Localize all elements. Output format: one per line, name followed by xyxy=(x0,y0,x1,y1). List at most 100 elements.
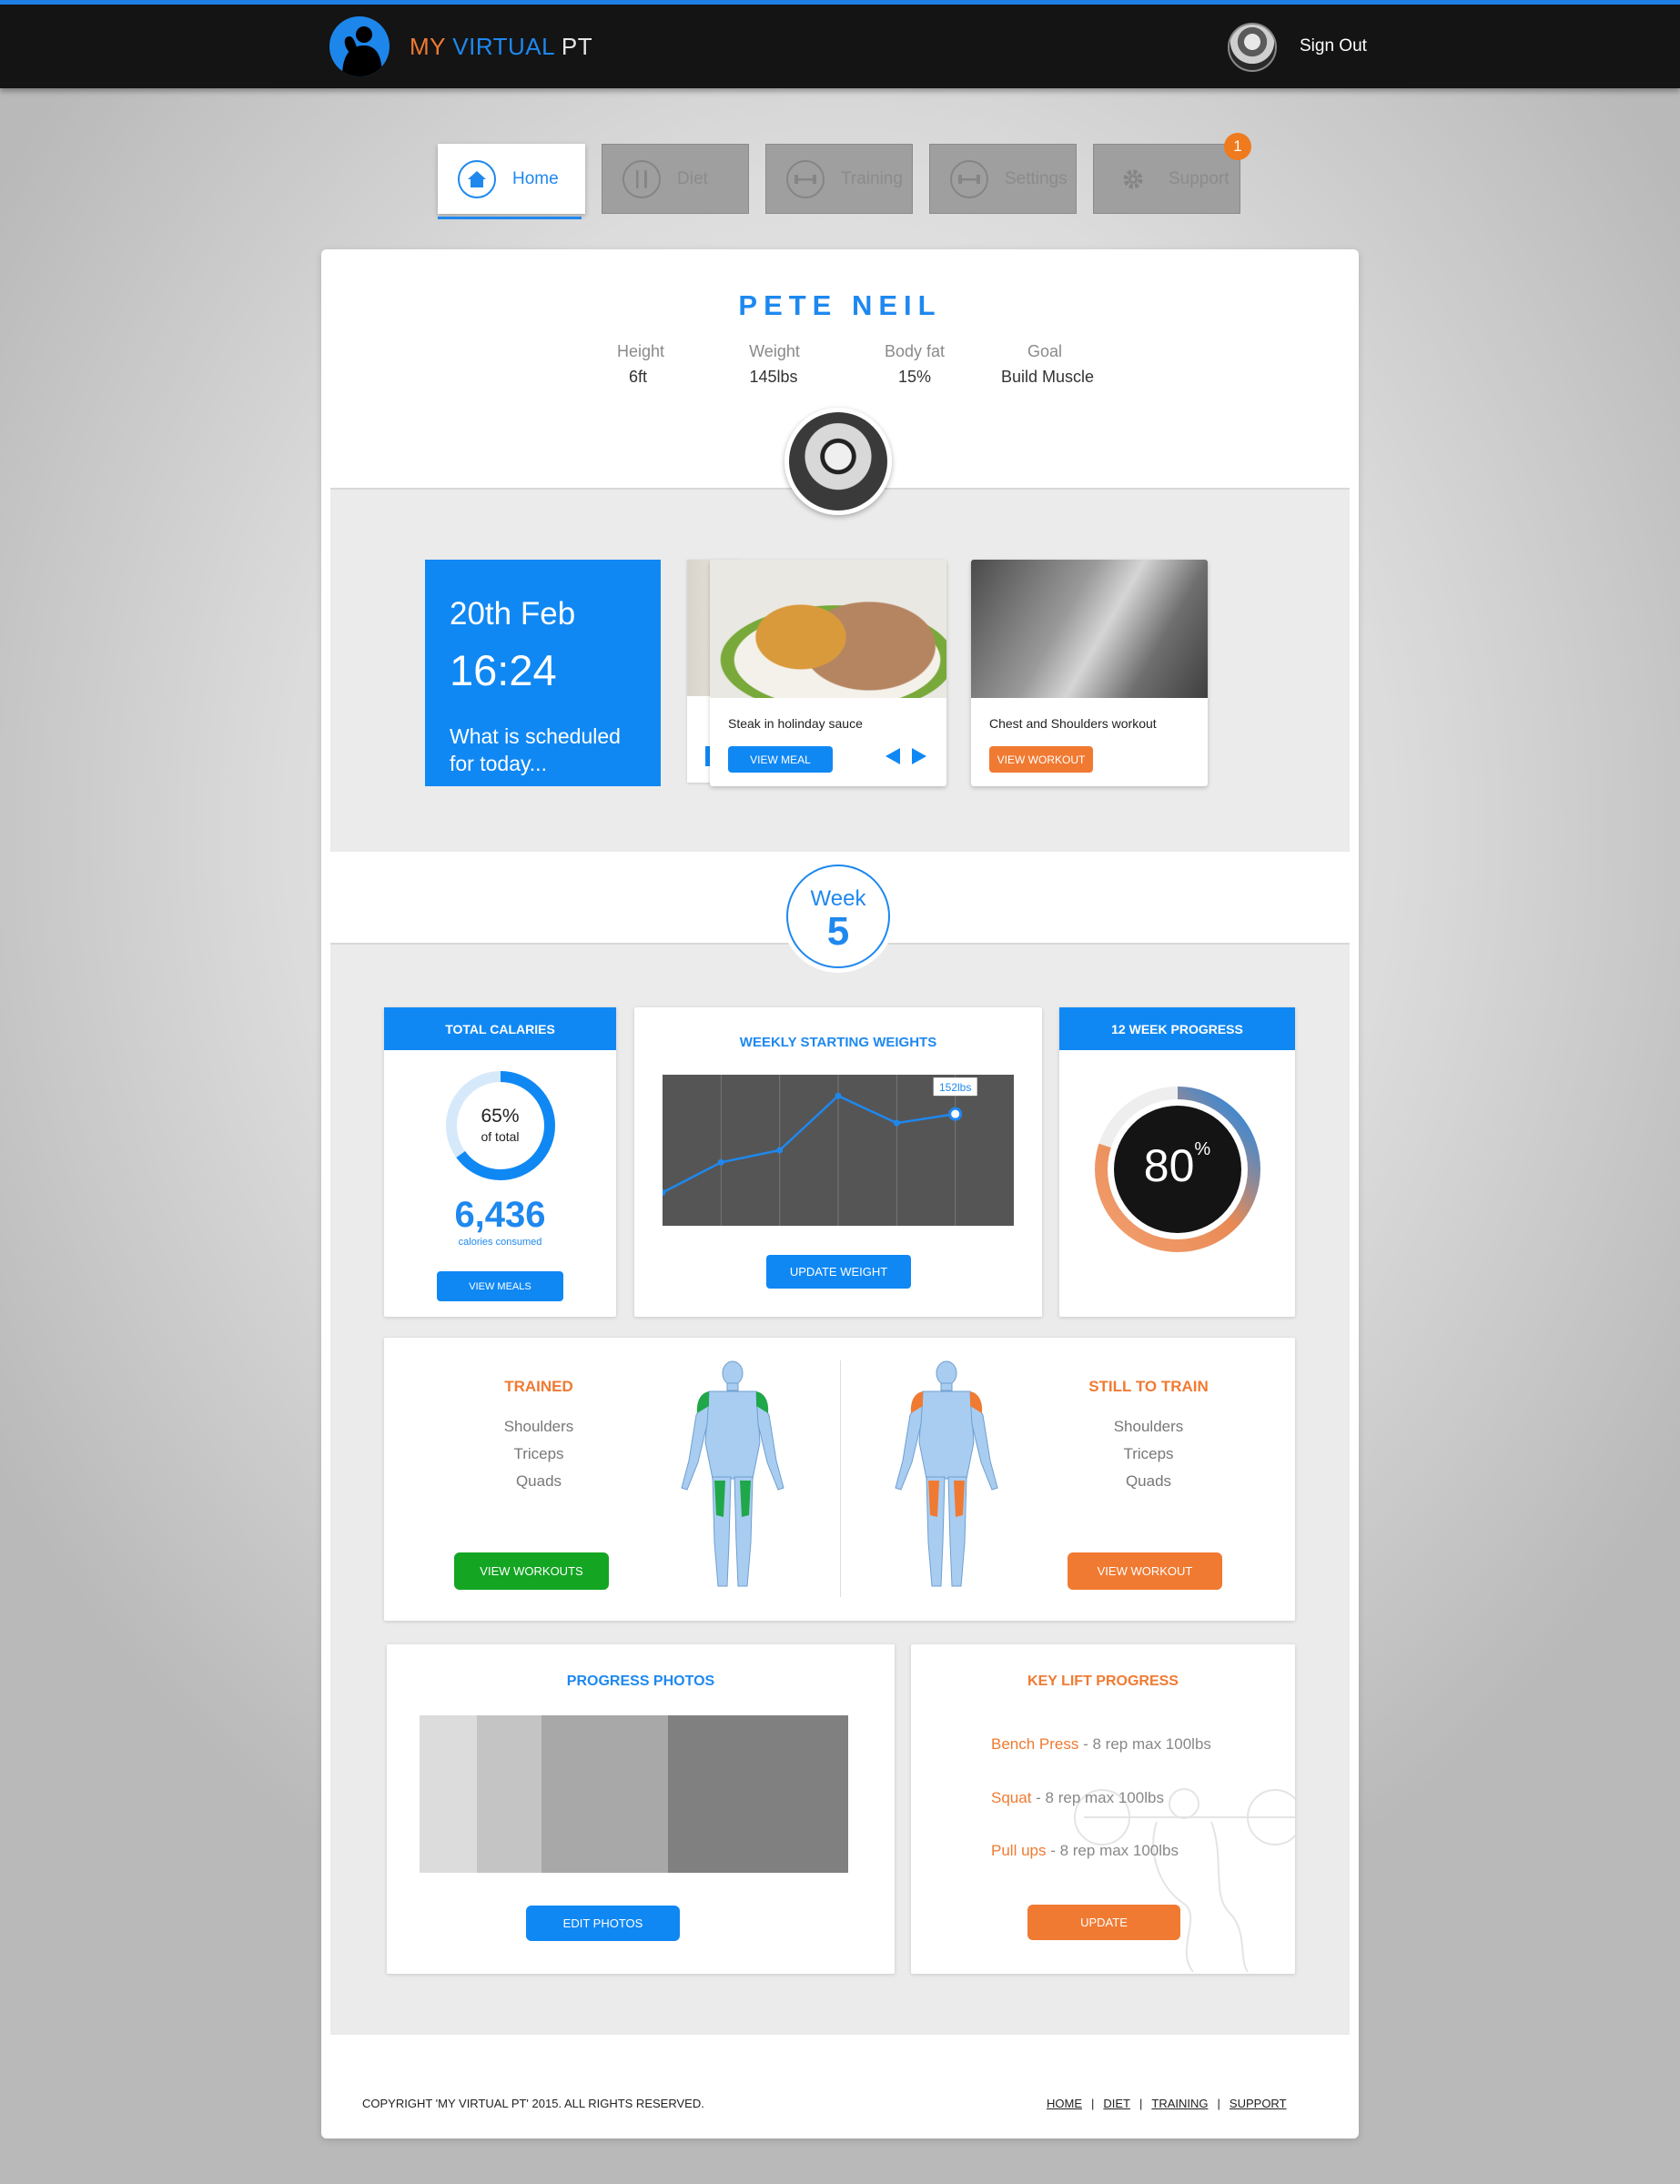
photo-thumb[interactable] xyxy=(477,1715,541,1873)
lift-name: Pull ups xyxy=(991,1842,1047,1859)
tab-label: Diet xyxy=(677,168,708,188)
calories-percent: 65% xyxy=(481,1106,520,1127)
dumbbell-icon xyxy=(786,159,825,198)
progress-photos-card: PROGRESS PHOTOS EDIT PHOTOS xyxy=(387,1644,895,1974)
workout-image xyxy=(971,560,1208,698)
chart-annotation-label: 152lbs xyxy=(939,1081,971,1094)
twelve-week-unit: % xyxy=(1194,1139,1211,1159)
tab-training[interactable]: Training xyxy=(765,144,913,214)
brand-pt: PT xyxy=(561,33,593,60)
photo-thumb[interactable] xyxy=(541,1715,668,1873)
week-number: 5 xyxy=(826,909,850,954)
key-lift-title: KEY LIFT PROGRESS xyxy=(1027,1673,1179,1689)
twelve-week-card: 12 WEEK PROGRESS 80% xyxy=(1059,1007,1295,1317)
view-workout-train-button[interactable]: VIEW WORKOUT xyxy=(1068,1552,1222,1590)
brand-my: MY xyxy=(410,33,446,60)
fork-knife-icon xyxy=(622,159,661,198)
calories-total: 6,436 xyxy=(454,1195,546,1235)
workout-card[interactable]: Chest and Shoulders workout VIEW WORKOUT xyxy=(971,560,1208,786)
update-weight-button[interactable]: UPDATE WEIGHT xyxy=(766,1255,911,1289)
chart-point xyxy=(776,1147,784,1154)
footer-link-home[interactable]: HOME xyxy=(1047,2097,1082,2110)
stat-weight-value: 145lbs xyxy=(749,368,798,386)
tab-home[interactable]: Home xyxy=(438,144,585,214)
stat-bodyfat-value: 15% xyxy=(897,368,932,386)
still-to-train-title: STILL TO TRAIN xyxy=(1088,1378,1209,1395)
body-figure-untrained-icon xyxy=(895,1360,998,1587)
photo-thumb[interactable] xyxy=(668,1715,848,1873)
chart-point xyxy=(717,1158,724,1166)
chart-point xyxy=(948,1107,963,1121)
lift-detail: - 8 rep max 100lbs xyxy=(1078,1735,1211,1753)
update-lifts-button[interactable]: UPDATE xyxy=(1027,1905,1180,1940)
prev-arrow-icon[interactable] xyxy=(886,748,900,764)
lift-name: Bench Press xyxy=(991,1735,1079,1753)
trained-title: TRAINED xyxy=(504,1378,573,1395)
meal-card[interactable]: Steak in holinday sauce VIEW MEAL xyxy=(710,560,946,786)
calories-total-sub: calories consumed xyxy=(458,1237,542,1248)
schedule-date: 20th Feb xyxy=(450,596,576,632)
gear-icon xyxy=(1114,160,1152,198)
twelve-week-value: 80% xyxy=(1059,1139,1295,1192)
chart-title: WEEKLY STARTING WEIGHTS xyxy=(739,1035,937,1050)
week-indicator: Week 5 xyxy=(786,864,890,968)
body-figure-trained-icon xyxy=(681,1360,784,1587)
schedule-time: 16:24 xyxy=(450,646,557,694)
user-avatar[interactable] xyxy=(1228,23,1277,72)
profile-photo[interactable] xyxy=(784,408,892,515)
view-meal-button[interactable]: VIEW MEAL xyxy=(728,746,833,773)
divider xyxy=(840,1360,841,1597)
profile-name: PETE NEIL xyxy=(738,289,942,321)
next-arrow-icon[interactable] xyxy=(912,748,926,764)
lift-item-squat: Squat - 8 rep max 100lbs xyxy=(991,1789,1164,1807)
trained-list: Shoulders Triceps Quads xyxy=(439,1418,639,1500)
key-lift-card: KEY LIFT PROGRESS Bench Press - 8 rep ma… xyxy=(911,1644,1295,1974)
footer-link-diet[interactable]: DIET xyxy=(1103,2097,1130,2110)
view-workout-button[interactable]: VIEW WORKOUT xyxy=(989,746,1093,773)
footer-sep: | xyxy=(1217,2097,1220,2110)
dumbbell-icon xyxy=(950,159,988,198)
chart-point xyxy=(893,1119,900,1127)
list-item: Shoulders xyxy=(503,1418,574,1435)
footer-link-support[interactable]: SUPPORT xyxy=(1230,2097,1287,2110)
stat-goal-value: Build Muscle xyxy=(1000,368,1095,386)
workout-caption: Chest and Shoulders workout xyxy=(989,716,1157,731)
tab-label: Settings xyxy=(1005,168,1068,188)
schedule-prompt: What is scheduled for today... xyxy=(450,724,621,775)
footer-link-training[interactable]: TRAINING xyxy=(1151,2097,1208,2110)
tab-diet[interactable]: Diet xyxy=(602,144,749,214)
muscles-card: TRAINED Shoulders Triceps Quads VIEW WOR… xyxy=(384,1338,1295,1621)
calories-card: TOTAL CALARIES 65% of total 6,436 calori… xyxy=(384,1007,616,1317)
footer-sep: | xyxy=(1091,2097,1095,2110)
tab-label: Training xyxy=(841,168,903,188)
footer-sep: | xyxy=(1139,2097,1143,2110)
weights-chart-card: WEEKLY STARTING WEIGHTS 152lbs UPDATE WE… xyxy=(634,1007,1042,1317)
lift-detail: - 8 rep max 100lbs xyxy=(1046,1842,1179,1859)
meal-caption: Steak in holinday sauce xyxy=(728,716,863,731)
sign-out-link[interactable]: Sign Out xyxy=(1300,36,1367,56)
list-item: Quads xyxy=(1125,1472,1172,1490)
twelve-week-number: 80 xyxy=(1143,1140,1195,1191)
tab-support[interactable]: Support xyxy=(1093,144,1240,214)
view-meals-button[interactable]: VIEW MEALS xyxy=(437,1271,563,1301)
view-workouts-button[interactable]: VIEW WORKOUTS xyxy=(454,1552,609,1590)
tab-label: Home xyxy=(512,168,559,188)
calories-percent-sub: of total xyxy=(481,1129,520,1144)
list-item: Triceps xyxy=(513,1445,564,1462)
stat-height-value: 6ft xyxy=(628,368,647,386)
brand-virtual: VIRTUAL xyxy=(452,33,555,60)
logo-icon[interactable] xyxy=(329,16,390,76)
date-box: 20th Feb 16:24 What is scheduled for tod… xyxy=(425,560,661,786)
stat-height-label: Height xyxy=(616,342,665,360)
photo-strip[interactable] xyxy=(420,1715,848,1873)
top-bar xyxy=(0,0,1680,88)
tab-settings[interactable]: Settings xyxy=(929,144,1077,214)
tab-label: Support xyxy=(1169,168,1230,188)
progress-photos-title: PROGRESS PHOTOS xyxy=(566,1673,715,1689)
list-item: Shoulders xyxy=(1113,1418,1184,1435)
photo-thumb[interactable] xyxy=(420,1715,477,1873)
brand-name[interactable]: MY VIRTUAL PT xyxy=(410,33,592,61)
lift-item-bench: Bench Press - 8 rep max 100lbs xyxy=(991,1735,1211,1754)
active-tab-indicator xyxy=(438,217,582,219)
edit-photos-button[interactable]: EDIT PHOTOS xyxy=(526,1906,680,1941)
